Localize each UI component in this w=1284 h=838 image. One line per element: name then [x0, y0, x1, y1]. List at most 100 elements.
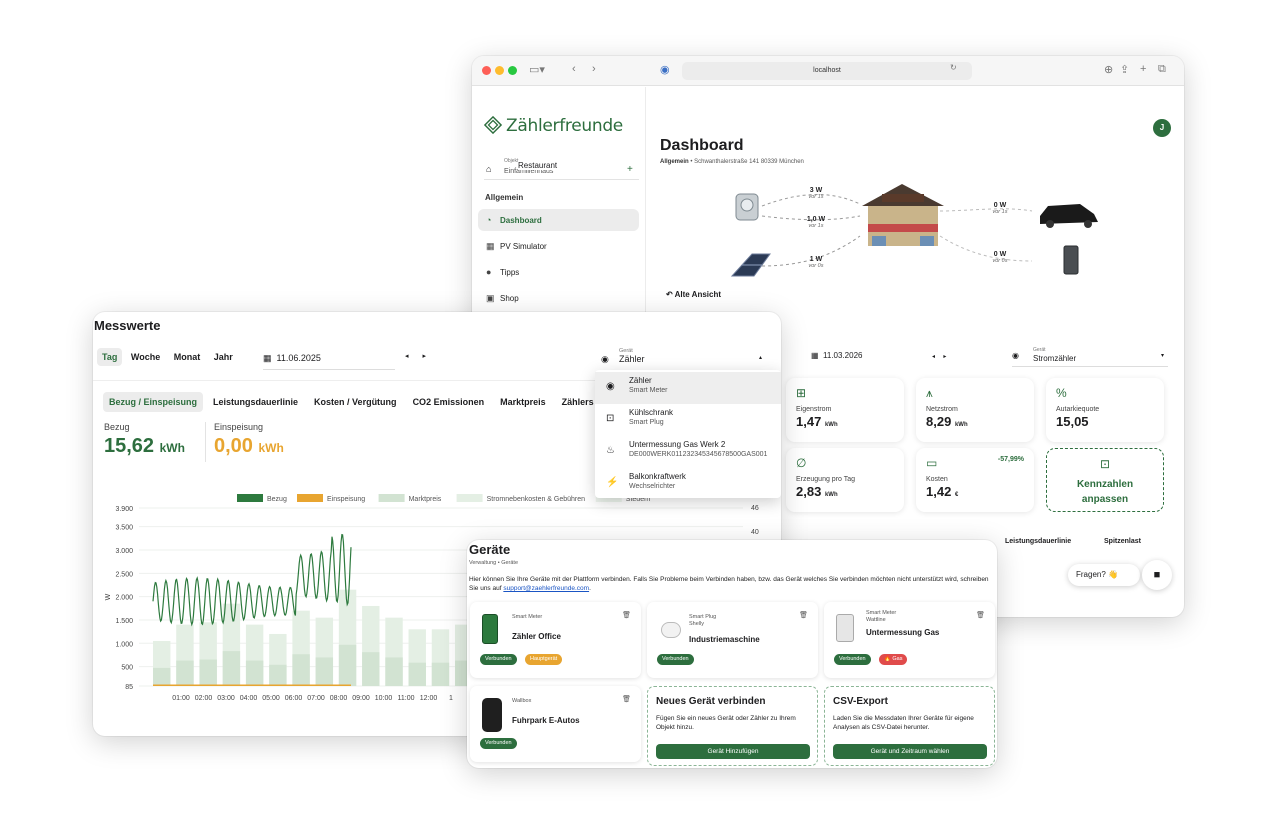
flow-value: 1,0 W: [806, 216, 826, 223]
address-bar[interactable]: localhost: [682, 62, 972, 80]
device-card[interactable]: Smart Meter Zähler Office 🗑 Verbunden Ha…: [470, 602, 641, 678]
close-window-button[interactable]: [482, 66, 491, 75]
money-icon: ▭ -57,99%: [926, 456, 1024, 470]
device-select[interactable]: ◉ Gerät Zähler ▴: [601, 346, 776, 372]
tab-kosten[interactable]: Kosten / Vergütung: [308, 392, 403, 412]
reload-icon[interactable]: ↻: [950, 63, 957, 72]
support-email-link[interactable]: support@zaehlerfreunde.com: [503, 585, 589, 592]
undo-icon: ↶: [666, 290, 673, 299]
tile-label: Eigenstrom: [796, 406, 832, 413]
tab-bezug-einspeisung[interactable]: Bezug / Einspeisung: [103, 392, 204, 412]
date-nav-arrows[interactable]: ◂ ▸: [932, 353, 946, 360]
download-icon[interactable]: ⊕: [1104, 63, 1113, 76]
sidebar-item-dashboard[interactable]: ◔ Dashboard: [478, 209, 639, 231]
dropdown-item-gas[interactable]: ♨ Untermessung Gas Werk 2 DE000WERK0112323…: [595, 436, 781, 468]
bezug-kpi: Bezug 15,62 kWh: [104, 422, 185, 458]
device-brand: Wattline: [866, 617, 886, 623]
sidebar-toggle-icon[interactable]: ▭▾: [529, 63, 545, 76]
csv-title: CSV-Export: [833, 696, 889, 707]
new-tab-icon[interactable]: +: [1140, 63, 1146, 75]
dropdown-item-balkonkraftwerk[interactable]: ⚡ Balkonkraftwerk Wechselrichter: [595, 468, 781, 500]
forward-icon[interactable]: ›: [592, 63, 596, 75]
date-field[interactable]: ▦ 11.06.2025: [263, 348, 395, 370]
trash-icon[interactable]: 🗑: [622, 695, 631, 703]
dropdown-item-zaehler[interactable]: ◉ Zähler Smart Meter: [595, 372, 781, 404]
help-bubble[interactable]: Fragen? 👋: [1068, 564, 1140, 586]
einspeisung-kpi: Einspeisung 0,00 kWh: [214, 422, 284, 458]
add-objekt-button[interactable]: +: [627, 164, 633, 175]
tab-marktpreis[interactable]: Marktpreis: [494, 392, 552, 412]
tab-tag[interactable]: Tag: [97, 348, 123, 366]
x-tick-label: 01:00: [172, 695, 190, 702]
sidebar-item-label: Tipps: [500, 268, 520, 277]
device-card[interactable]: Smart Plug Shelly Industriemaschine 🗑 Ver…: [647, 602, 818, 678]
tab-jahr[interactable]: Jahr: [209, 348, 238, 366]
trash-icon[interactable]: 🗑: [976, 611, 985, 619]
sidebar-item-label: Shop: [500, 294, 519, 303]
flow-value: 3 W: [809, 187, 823, 194]
device-caption: Gerät: [1033, 347, 1046, 353]
customize-kpis-button[interactable]: ⊡ Kennzahlen anpassen: [1046, 448, 1164, 512]
tab-leistungsdauerlinie[interactable]: Leistungsdauerlinie: [1005, 538, 1071, 545]
status-badge: Verbunden: [480, 654, 517, 665]
user-avatar[interactable]: J: [1153, 119, 1171, 137]
back-icon[interactable]: ‹: [572, 63, 576, 75]
app-logo[interactable]: Zählerfreunde: [484, 116, 623, 136]
tab-zaehlerstand[interactable]: Zählers: [556, 392, 600, 412]
sidebar-item-shop[interactable]: ▣ Shop: [478, 287, 639, 309]
dropdown-item-sub: Wechselrichter: [629, 483, 676, 490]
device-card[interactable]: Wallbox Fuhrpark E-Autos 🗑 Verbunden: [470, 686, 641, 762]
calendar-icon: ▦: [811, 351, 819, 360]
einspeisung-unit: kWh: [258, 441, 284, 455]
dashboard-date-value: 11.03.2026: [823, 351, 863, 360]
device-name: Fuhrpark E-Autos: [512, 716, 580, 725]
tile-value: 1,47: [796, 414, 822, 429]
device-card[interactable]: Smart Meter Wattline Untermessung Gas 🗑 V…: [824, 602, 995, 678]
dropdown-item-kuehlschrank[interactable]: ⊡ Kühlschrank Smart Plug: [595, 404, 781, 436]
trash-icon[interactable]: 🗑: [799, 611, 808, 619]
tab-co2[interactable]: CO2 Emissionen: [407, 392, 491, 412]
customize-label-1: Kennzahlen: [1076, 479, 1134, 490]
legend-label: Marktpreis: [409, 496, 442, 503]
tabs-overview-icon[interactable]: ⧉: [1158, 63, 1166, 76]
flow-value: 0 W: [993, 202, 1007, 209]
y-tick-label: 1.500: [115, 618, 133, 625]
home-icon: ⌂: [486, 164, 492, 174]
tile-value: 2,83: [796, 484, 822, 499]
breadcrumb-item[interactable]: Verwaltung: [469, 560, 496, 566]
tab-leistungsdauerlinie[interactable]: Leistungsdauerlinie: [207, 392, 304, 412]
maximize-window-button[interactable]: [508, 66, 517, 75]
share-icon[interactable]: ⇪: [1120, 63, 1129, 76]
wallbox-icon: [482, 698, 502, 732]
sidebar-item-pv-simulator[interactable]: ▦ PV Simulator: [478, 235, 639, 257]
tab-monat[interactable]: Monat: [169, 348, 206, 366]
x-tick-label: 07:00: [307, 695, 325, 702]
objekt-selector[interactable]: ⌂ Objekt Einfamilienhaus Restaurant +: [484, 158, 639, 180]
trash-icon[interactable]: 🗑: [622, 611, 631, 619]
bezug-value: 15,62: [104, 435, 155, 457]
dashboard-date-field[interactable]: ▦ 11.03.2026: [811, 351, 862, 360]
price-bar-segment: [385, 657, 403, 686]
price-bar-segment: [199, 659, 217, 686]
x-tick-label: 12:00: [420, 695, 438, 702]
flow-grid-in: 3 Wvor 1s: [796, 187, 836, 200]
breadcrumb-item: Geräte: [501, 560, 519, 566]
dashboard-device-select[interactable]: ◉ Gerät Stromzähler ▾: [1012, 347, 1168, 367]
csv-export-button[interactable]: Gerät und Zeitraum wählen: [833, 744, 987, 759]
chat-button[interactable]: ■: [1142, 560, 1172, 590]
y-tick-label: 1.000: [115, 641, 133, 648]
sidebar-item-label: Dashboard: [500, 216, 542, 225]
tab-spitzenlast[interactable]: Spitzenlast: [1104, 538, 1141, 545]
tab-woche[interactable]: Woche: [126, 348, 165, 366]
old-view-link[interactable]: ↶ Alte Ansicht: [666, 290, 721, 299]
date-nav-arrows[interactable]: ◂▸: [405, 352, 440, 360]
y-tick-label: 3.500: [115, 525, 133, 532]
minimize-window-button[interactable]: [495, 66, 504, 75]
x-tick-label: 02:00: [195, 695, 213, 702]
add-device-button[interactable]: Gerät Hinzufügen: [656, 744, 810, 759]
kpi-divider: [205, 422, 206, 462]
tile-erzeugung: ∅ Erzeugung pro Tag 2,83 kWh: [786, 448, 904, 512]
dropdown-item-name: Balkonkraftwerk: [629, 472, 686, 481]
qr-edit-icon: ⊡: [1099, 457, 1111, 471]
sidebar-item-tipps[interactable]: ● Tipps: [478, 261, 639, 283]
